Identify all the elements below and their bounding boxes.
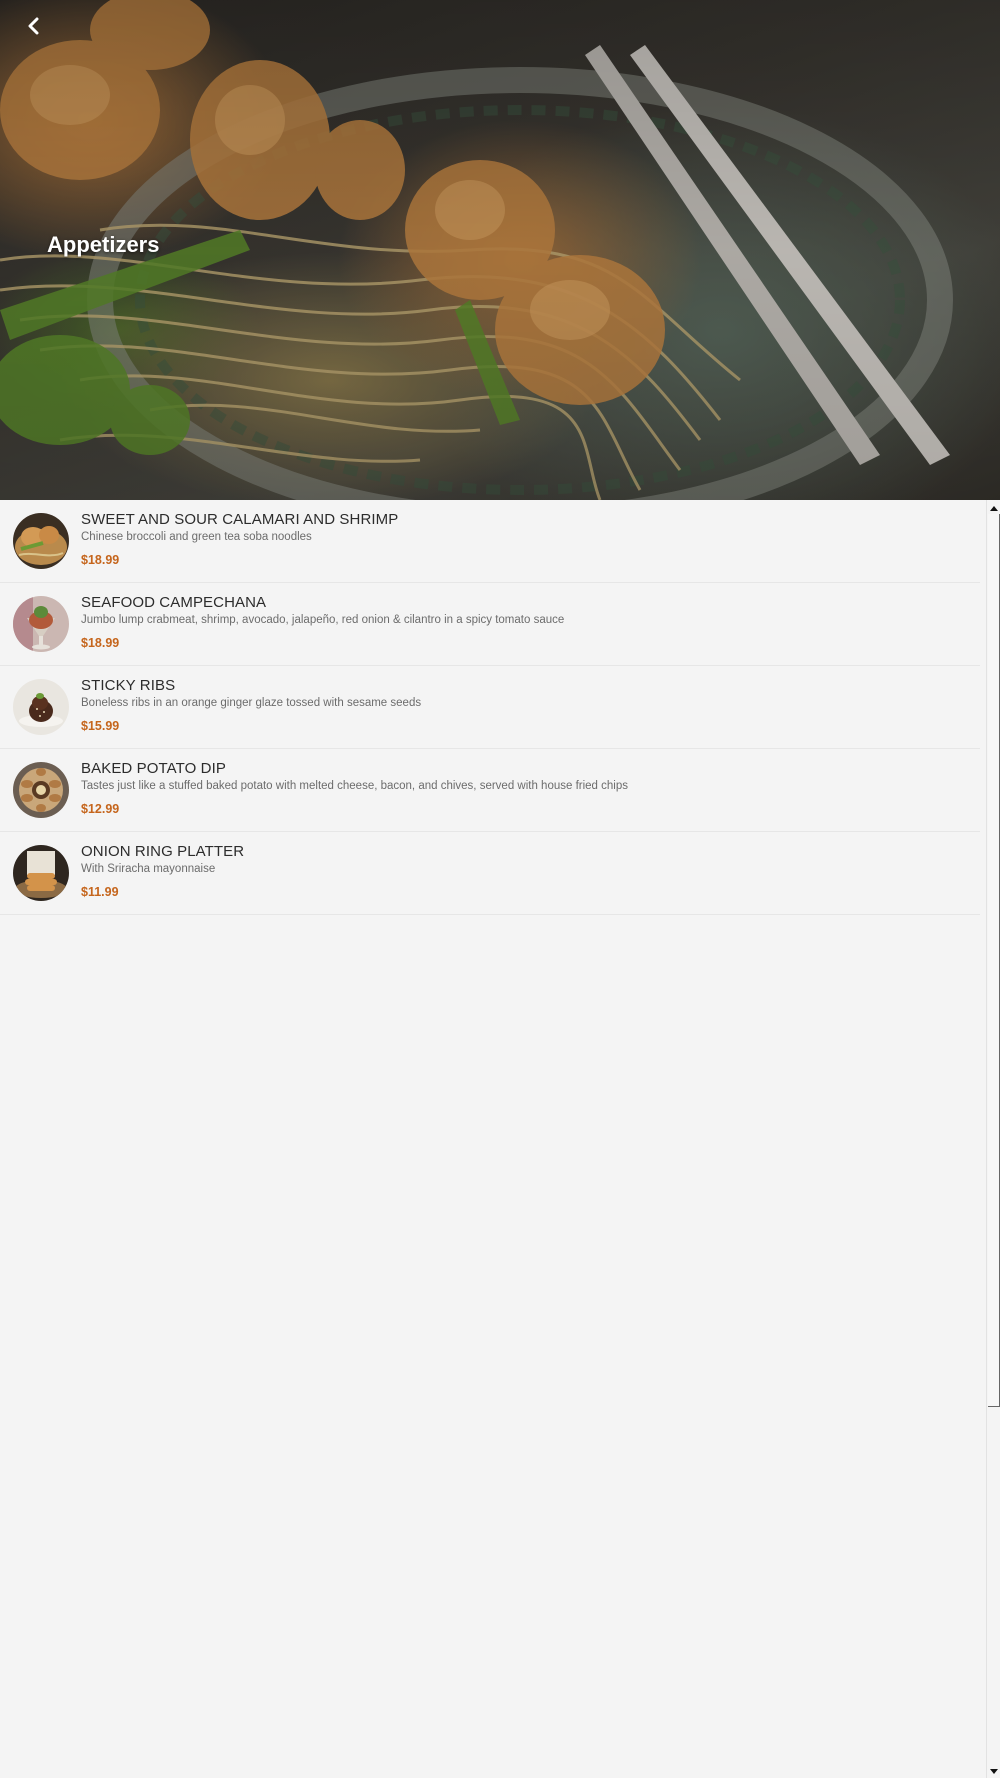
item-price: $18.99 <box>81 636 120 650</box>
item-name: SEAFOOD CAMPECHANA <box>81 594 267 611</box>
item-name: STICKY RIBS <box>81 677 176 694</box>
back-button[interactable] <box>14 8 54 48</box>
item-description: Chinese broccoli and green tea soba nood… <box>81 531 312 543</box>
list-item[interactable]: ONION RING PLATTER With Sriracha mayonna… <box>0 832 980 915</box>
list-item[interactable]: SEAFOOD CAMPECHANA Jumbo lump crabmeat, … <box>0 583 980 666</box>
item-thumbnail <box>13 679 69 735</box>
menu-list: SWEET AND SOUR CALAMARI AND SHRIMP Chine… <box>0 500 980 915</box>
item-thumbnail <box>13 596 69 652</box>
vertical-scrollbar[interactable] <box>986 500 1000 1778</box>
item-description: Jumbo lump crabmeat, shrimp, avocado, ja… <box>81 614 565 626</box>
item-price: $11.99 <box>81 885 119 899</box>
item-name: SWEET AND SOUR CALAMARI AND SHRIMP <box>81 511 399 528</box>
item-price: $12.99 <box>81 802 120 816</box>
item-thumbnail <box>13 845 69 901</box>
scrollbar-thumb[interactable] <box>988 514 1000 1407</box>
chevron-left-icon <box>27 17 41 40</box>
list-item[interactable]: STICKY RIBS Boneless ribs in an orange g… <box>0 666 980 749</box>
item-description: Boneless ribs in an orange ginger glaze … <box>81 697 422 709</box>
item-thumbnail <box>13 762 69 818</box>
list-item[interactable]: BAKED POTATO DIP Tastes just like a stuf… <box>0 749 980 832</box>
category-hero-image: Appetizers <box>0 0 1000 500</box>
scroll-up-button[interactable] <box>987 500 1000 514</box>
item-name: BAKED POTATO DIP <box>81 760 226 777</box>
scroll-down-button[interactable] <box>987 1764 1000 1778</box>
item-price: $18.99 <box>81 553 120 567</box>
item-name: ONION RING PLATTER <box>81 843 245 860</box>
item-description: Tastes just like a stuffed baked potato … <box>81 780 628 792</box>
menu-page: Appetizers SWEET AND SOUR CALAMARI AND S… <box>0 0 1000 1778</box>
item-description: With Sriracha mayonnaise <box>81 863 216 875</box>
arrow-down-icon <box>990 1762 998 1778</box>
page-title: Appetizers <box>47 232 160 257</box>
list-item[interactable]: SWEET AND SOUR CALAMARI AND SHRIMP Chine… <box>0 500 980 583</box>
item-thumbnail <box>13 513 69 569</box>
item-price: $15.99 <box>81 719 120 733</box>
